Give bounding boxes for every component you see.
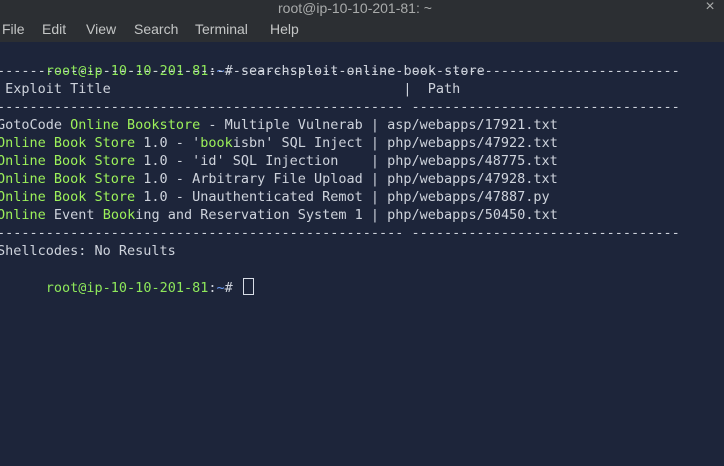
row-text: 1.0 - 'id' SQL Injection | php/webapps/4…: [135, 153, 558, 169]
close-icon[interactable]: ×: [700, 0, 720, 15]
match-highlight: Online Bookstore: [70, 117, 201, 133]
prompt-user: root@ip-10-10-201-81: [45, 280, 209, 296]
match-highlight: Book: [102, 207, 136, 223]
result-row: GotoCode Online Bookstore - Multiple Vul…: [0, 116, 558, 134]
row-text: Event: [45, 207, 103, 223]
result-row: Online Book Store 1.0 - 'id' SQL Injecti…: [0, 152, 558, 170]
menu-view[interactable]: View: [86, 16, 116, 42]
row-text: isbn' SQL Inject | php/webapps/47922.txt: [232, 135, 558, 151]
result-row: Online Event Booking and Reservation Sys…: [0, 206, 558, 224]
prompt-path: ~: [216, 280, 225, 296]
row-text: 1.0 - Unauthenticated Remot | php/webapp…: [135, 189, 550, 205]
table-separator-top: ----------------------------------------…: [0, 63, 680, 79]
row-text: 1.0 - ': [135, 135, 201, 151]
menu-edit[interactable]: Edit: [42, 16, 66, 42]
row-text: - Multiple Vulnerab | asp/webapps/17921.…: [200, 117, 558, 133]
shellcodes-line: Shellcodes: No Results: [0, 243, 176, 259]
row-text: GotoCode: [0, 117, 71, 133]
match-highlight: Online Book Store: [0, 189, 136, 205]
title-bar[interactable]: root@ip-10-10-201-81: ~ ×: [0, 0, 724, 16]
match-highlight: Online Book Store: [0, 153, 136, 169]
window-title: root@ip-10-10-201-81: ~: [278, 0, 432, 16]
table-separator-bottom: ----------------------------------------…: [0, 225, 680, 241]
row-text: ing and Reservation System 1 | php/webap…: [135, 207, 558, 223]
table-separator-mid: ----------------------------------------…: [0, 99, 680, 115]
command-line: root@ip-10-10-201-81:~# searchsploit onl…: [0, 44, 485, 79]
menu-help[interactable]: Help: [270, 16, 299, 42]
terminal-window: root@ip-10-10-201-81: ~ × File Edit View…: [0, 0, 724, 466]
result-row: Online Book Store 1.0 - 'bookisbn' SQL I…: [0, 134, 558, 152]
match-highlight: book: [200, 135, 233, 151]
result-row: Online Book Store 1.0 - Unauthenticated …: [0, 188, 550, 206]
match-highlight: Online Book Store: [0, 171, 136, 187]
menu-terminal[interactable]: Terminal: [195, 16, 248, 42]
scrollbar[interactable]: [720, 42, 724, 466]
prompt-suffix: #: [224, 280, 241, 296]
terminal-output[interactable]: root@ip-10-10-201-81:~# searchsploit onl…: [0, 42, 724, 466]
table-header: Exploit Title | Path: [0, 81, 461, 97]
menu-search[interactable]: Search: [134, 16, 178, 42]
match-highlight: Online Book Store: [0, 135, 136, 151]
active-prompt-line: root@ip-10-10-201-81:~#: [0, 260, 254, 296]
menu-bar: File Edit View Search Terminal Help: [0, 16, 724, 42]
row-text: 1.0 - Arbitrary File Upload | php/webapp…: [135, 171, 558, 187]
menu-file[interactable]: File: [2, 16, 25, 42]
match-highlight: Online: [0, 207, 46, 223]
result-row: Online Book Store 1.0 - Arbitrary File U…: [0, 170, 558, 188]
text-cursor[interactable]: [242, 278, 254, 295]
